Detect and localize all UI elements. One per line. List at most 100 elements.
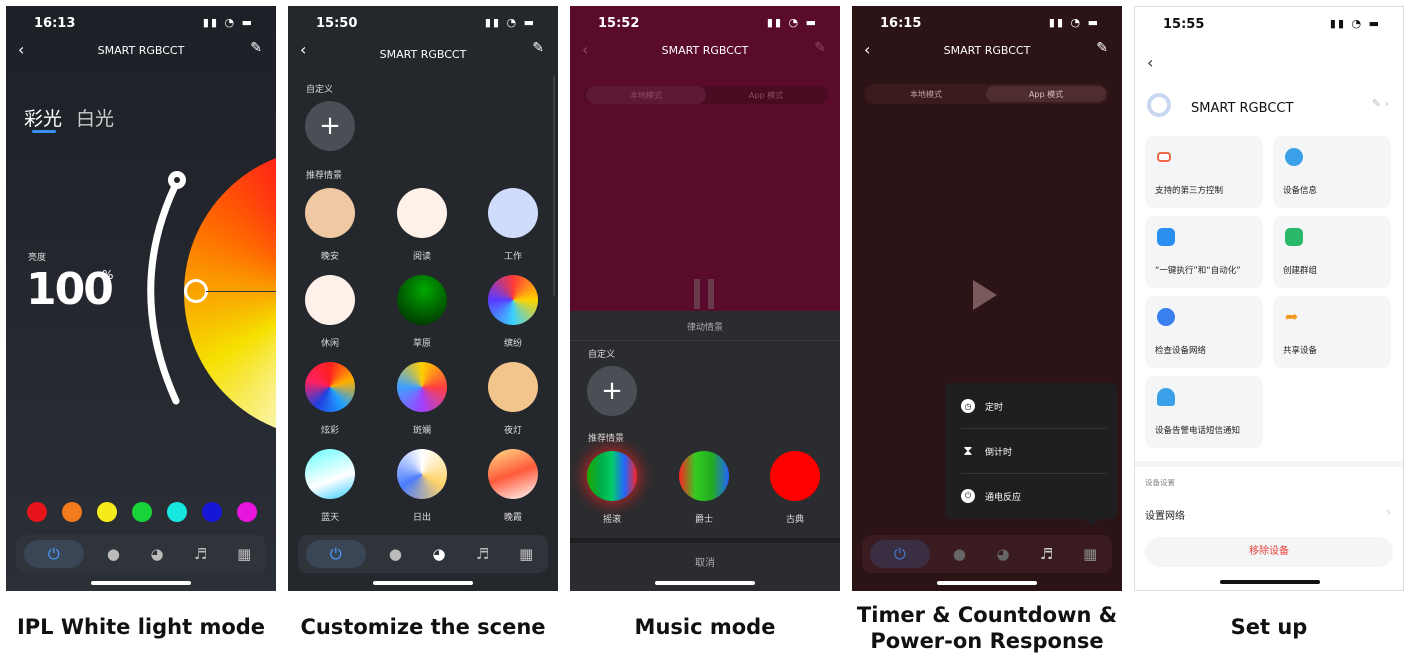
card-share-device[interactable]: ➦ 共享设备 bbox=[1273, 296, 1391, 368]
color-wheel-handle[interactable] bbox=[184, 279, 208, 303]
music-icon[interactable]: ♬ bbox=[1033, 540, 1061, 568]
scene-label: 工作 bbox=[503, 252, 522, 262]
swatch-orange[interactable] bbox=[62, 502, 82, 522]
mode-app[interactable]: App 模式 bbox=[986, 89, 1106, 100]
mode-local[interactable]: 本地模式 bbox=[586, 90, 706, 101]
scene-circle[interactable] bbox=[770, 451, 820, 501]
edit-icon[interactable]: ✎ bbox=[250, 40, 262, 56]
phone-timer: 16:15 ▮▮ ◔ ▬ ‹ SMART RGBCCT ✎ 本地模式 App 模… bbox=[852, 6, 1122, 591]
chevron-right-icon: › bbox=[1386, 505, 1391, 519]
bulb-icon[interactable]: ● bbox=[945, 540, 973, 568]
power-icon[interactable]: ⏻ bbox=[305, 540, 366, 568]
mode-app[interactable]: App 模式 bbox=[706, 90, 826, 101]
card-label: 创建群组 bbox=[1283, 266, 1318, 276]
scene-circle[interactable] bbox=[397, 188, 447, 238]
scene-circle[interactable] bbox=[488, 449, 538, 499]
card-label: “一键执行”和“自动化” bbox=[1155, 266, 1241, 276]
swatch-green[interactable] bbox=[132, 502, 152, 522]
pause-icon bbox=[708, 279, 714, 309]
swatch-cyan[interactable] bbox=[167, 502, 187, 522]
add-scene-button[interactable]: + bbox=[587, 366, 637, 416]
scene-circle[interactable] bbox=[488, 275, 538, 325]
palette-icon[interactable]: ◕ bbox=[143, 540, 171, 568]
tab-indicator bbox=[32, 130, 56, 133]
setup-network-row[interactable]: 设置网络 bbox=[1145, 507, 1185, 522]
scene-circle[interactable] bbox=[305, 275, 355, 325]
network-icon bbox=[1157, 308, 1175, 326]
scene-circle[interactable] bbox=[305, 449, 355, 499]
menu-item-power-on[interactable]: ⏻ 通电反应 bbox=[961, 489, 1021, 503]
grid-icon[interactable]: ▦ bbox=[512, 540, 540, 568]
page-title: SMART RGBCCT bbox=[379, 48, 467, 61]
group-add-icon bbox=[1285, 228, 1303, 246]
pause-icon[interactable] bbox=[694, 279, 700, 309]
card-label: 设备信息 bbox=[1283, 186, 1318, 196]
check-icon bbox=[1157, 228, 1175, 246]
info-icon bbox=[1285, 148, 1303, 166]
link-icon bbox=[1157, 152, 1171, 162]
cancel-button[interactable]: 取消 bbox=[570, 554, 840, 569]
status-time: 16:15 bbox=[880, 16, 922, 31]
status-time: 15:52 bbox=[598, 16, 640, 31]
home-indicator bbox=[1220, 580, 1320, 584]
status-time: 15:50 bbox=[316, 16, 358, 31]
card-third-party[interactable]: 支持的第三方控制 bbox=[1145, 136, 1263, 208]
bulb-icon[interactable]: ● bbox=[99, 540, 127, 568]
menu-item-countdown[interactable]: ⧗ 倒计时 bbox=[961, 444, 1012, 459]
music-icon[interactable]: ♬ bbox=[469, 540, 497, 568]
palette-icon[interactable]: ◕ bbox=[425, 540, 453, 568]
swatch-yellow[interactable] bbox=[97, 502, 117, 522]
edit-icon[interactable]: ✎ bbox=[1096, 40, 1108, 56]
scene-circle[interactable] bbox=[397, 449, 447, 499]
scene-label: 蓝天 bbox=[320, 513, 339, 523]
scene-circle[interactable] bbox=[305, 188, 355, 238]
card-alert-notify[interactable]: 设备告警电话短信通知 bbox=[1145, 376, 1263, 448]
edit-icon[interactable]: ✎ bbox=[814, 40, 826, 56]
caption-1: IPL White light mode bbox=[16, 615, 266, 639]
back-icon[interactable]: ‹ bbox=[1147, 53, 1153, 72]
scene-circle[interactable] bbox=[587, 451, 637, 501]
swatch-magenta[interactable] bbox=[237, 502, 257, 522]
card-check-network[interactable]: 检查设备网络 bbox=[1145, 296, 1263, 368]
scene-circle[interactable] bbox=[397, 362, 447, 412]
power-icon[interactable]: ⏻ bbox=[869, 540, 930, 568]
edit-icon[interactable]: ✎ bbox=[532, 40, 544, 56]
edit-name-icon[interactable]: ✎ › bbox=[1372, 97, 1389, 110]
card-automation[interactable]: “一键执行”和“自动化” bbox=[1145, 216, 1263, 288]
recommend-label: 推荐情景 bbox=[306, 171, 343, 181]
page-title: SMART RGBCCT bbox=[661, 44, 749, 57]
music-icon[interactable]: ♬ bbox=[187, 540, 215, 568]
remove-device-button[interactable]: 移除设备 bbox=[1145, 537, 1393, 567]
swatch-blue[interactable] bbox=[202, 502, 222, 522]
tab-white-light[interactable]: 白光 bbox=[76, 104, 114, 131]
scene-label: 摇滚 bbox=[602, 515, 621, 525]
play-icon[interactable] bbox=[973, 280, 997, 310]
palette-icon[interactable]: ◕ bbox=[989, 540, 1017, 568]
grid-icon[interactable]: ▦ bbox=[230, 540, 258, 568]
scene-label: 夜灯 bbox=[503, 426, 522, 436]
scene-circle[interactable] bbox=[679, 451, 729, 501]
scene-label: 炫彩 bbox=[320, 426, 339, 436]
home-indicator bbox=[373, 581, 473, 585]
menu-item-timer[interactable]: ◷ 定时 bbox=[961, 399, 1003, 413]
scene-circle[interactable] bbox=[397, 275, 447, 325]
card-label: 检查设备网络 bbox=[1155, 346, 1207, 356]
add-scene-button[interactable]: + bbox=[305, 101, 355, 151]
custom-label: 自定义 bbox=[588, 350, 616, 360]
card-device-info[interactable]: 设备信息 bbox=[1273, 136, 1391, 208]
tab-color-light[interactable]: 彩光 bbox=[24, 104, 62, 131]
bottom-tabbar: ⏻ ● ◕ ♬ ▦ bbox=[16, 535, 266, 573]
scrollbar[interactable] bbox=[553, 76, 555, 296]
scene-circle[interactable] bbox=[305, 362, 355, 412]
mode-local[interactable]: 本地模式 bbox=[866, 89, 986, 100]
scene-label: 古典 bbox=[785, 515, 804, 525]
card-create-group[interactable]: 创建群组 bbox=[1273, 216, 1391, 288]
scene-label: 晚安 bbox=[320, 252, 339, 262]
power-icon[interactable]: ⏻ bbox=[23, 540, 84, 568]
bulb-icon[interactable]: ● bbox=[381, 540, 409, 568]
swatch-red[interactable] bbox=[27, 502, 47, 522]
scene-circle[interactable] bbox=[488, 188, 538, 238]
wheel-pointer-line bbox=[206, 291, 276, 292]
grid-icon[interactable]: ▦ bbox=[1076, 540, 1104, 568]
scene-circle[interactable] bbox=[488, 362, 538, 412]
